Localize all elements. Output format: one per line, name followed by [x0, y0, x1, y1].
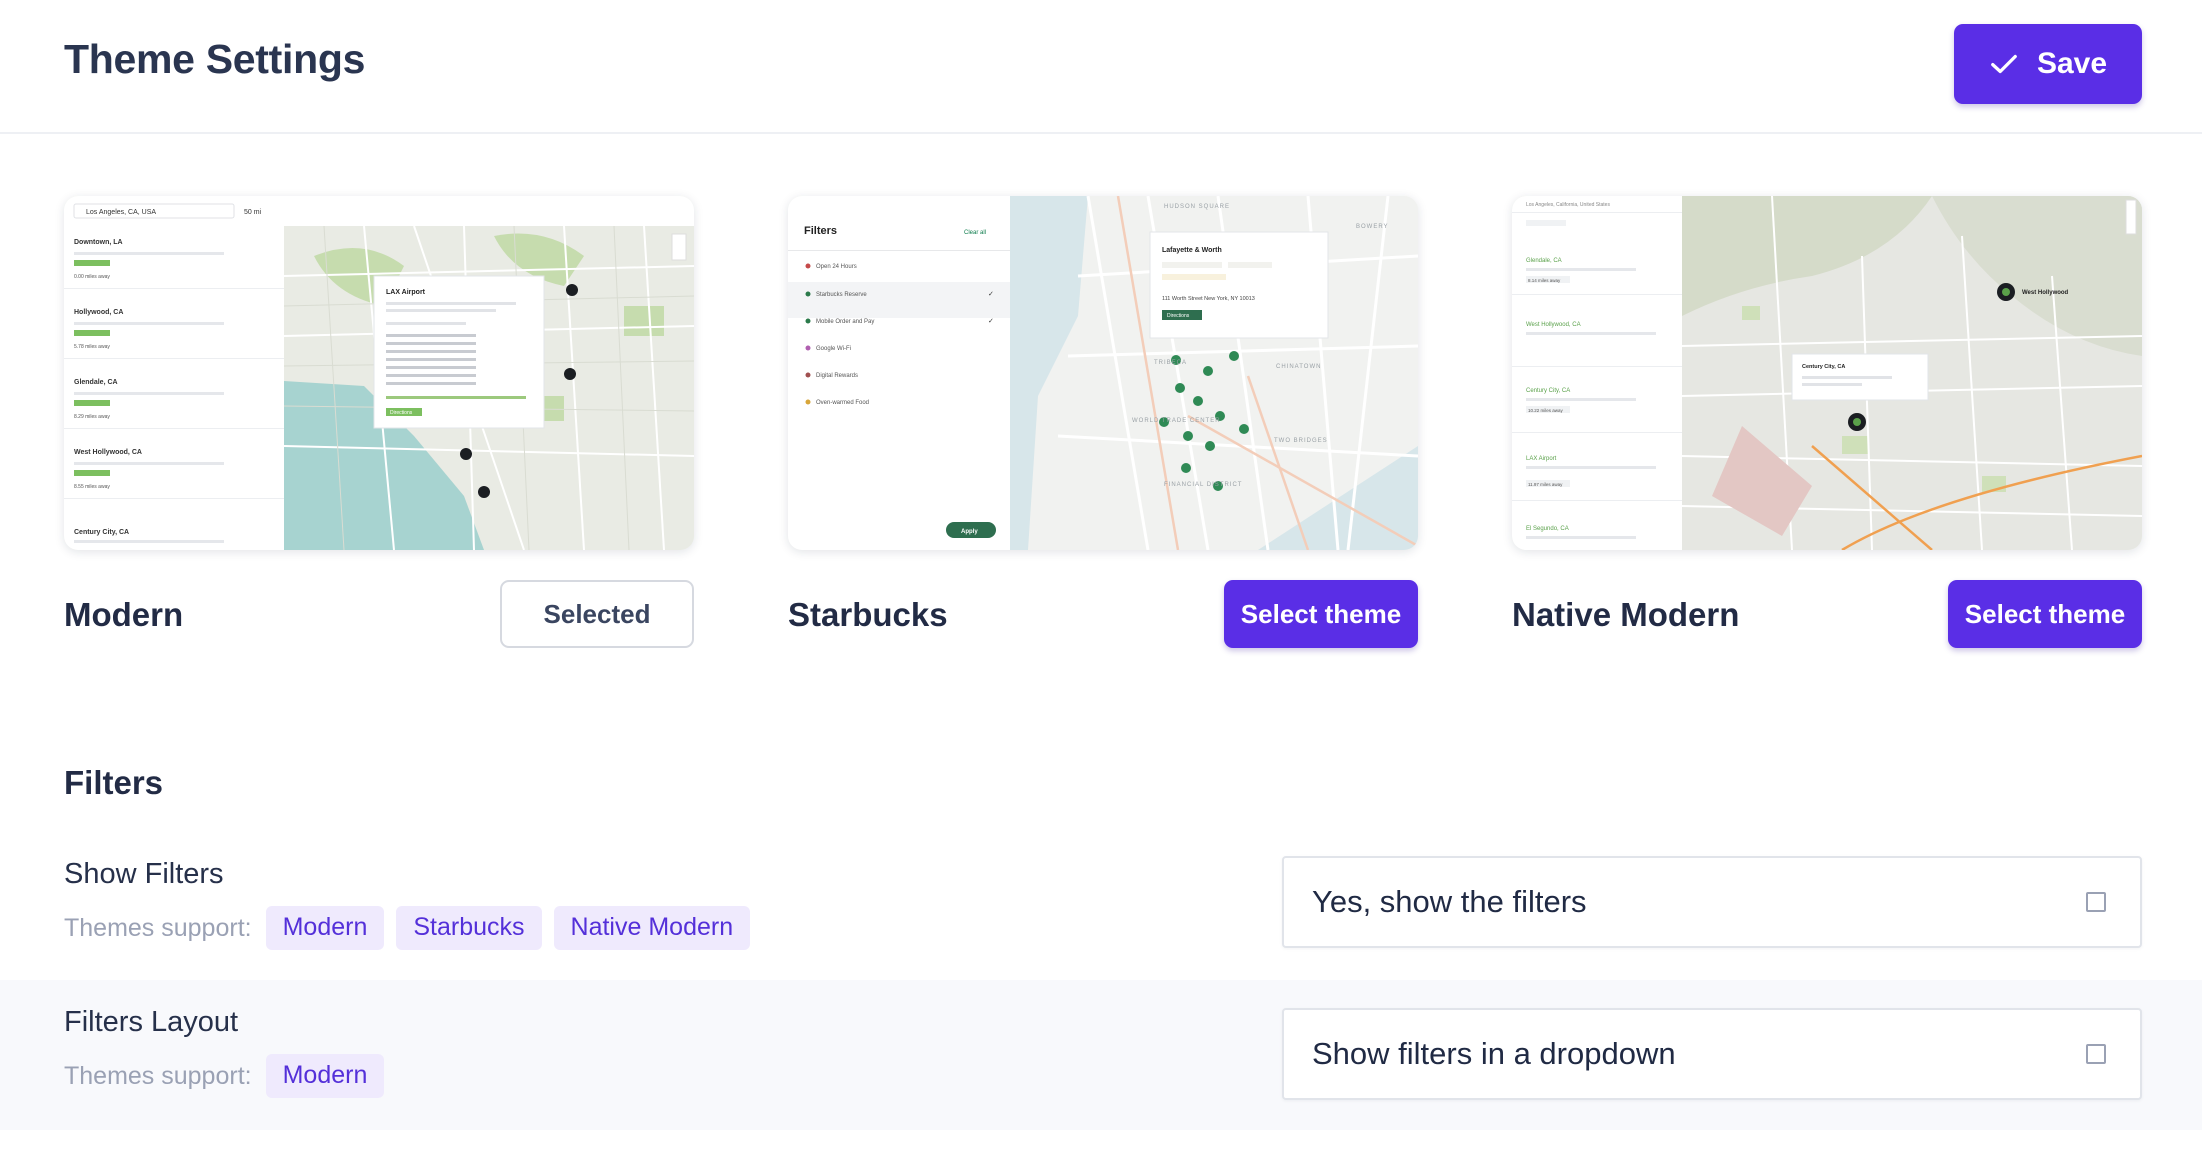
- svg-text:111 Worth Street New York, NY: 111 Worth Street New York, NY 10013: [1162, 296, 1255, 302]
- theme-selected-button-modern[interactable]: Selected: [500, 580, 694, 648]
- setting-row-show-filters: Show Filters Themes support: Modern Star…: [0, 832, 2202, 982]
- show-filters-checkbox[interactable]: [2086, 892, 2106, 912]
- themes-support-line: Themes support: Modern Starbucks Native …: [64, 906, 751, 950]
- themes-support-label: Themes support:: [64, 913, 252, 942]
- filters-layout-option[interactable]: Show filters in a dropdown: [1282, 1008, 2142, 1100]
- filters-layout-option-label: Show filters in a dropdown: [1312, 1036, 1676, 1071]
- page-header: Theme Settings Save: [0, 0, 2202, 134]
- svg-text:8.55 miles away: 8.55 miles away: [74, 484, 110, 490]
- svg-text:Century City, CA: Century City, CA: [74, 529, 129, 536]
- svg-text:10.22 miles away: 10.22 miles away: [1528, 408, 1564, 413]
- svg-text:BOWERY: BOWERY: [1356, 224, 1389, 230]
- save-button[interactable]: Save: [1954, 24, 2142, 104]
- modern-search-text: Los Angeles, CA, USA: [86, 209, 156, 216]
- theme-tag-modern: Modern: [265, 1054, 385, 1098]
- svg-text:Directions: Directions: [1167, 313, 1190, 319]
- theme-card-native-modern: Los Angeles, California, United States G…: [1512, 196, 2142, 650]
- svg-text:LAX Airport: LAX Airport: [386, 289, 426, 296]
- select-theme-button-starbucks[interactable]: Select theme: [1224, 580, 1418, 648]
- show-filters-option[interactable]: Yes, show the filters: [1282, 856, 2142, 948]
- svg-text:Mobile Order and Pay: Mobile Order and Pay: [816, 319, 874, 325]
- theme-card-starbucks: Filters Clear all Open 24 Hours Starbuck…: [788, 196, 1418, 650]
- svg-text:Century City, CA: Century City, CA: [1526, 388, 1570, 394]
- theme-tag-native-modern: Native Modern: [553, 906, 751, 950]
- svg-text:8.29 miles away: 8.29 miles away: [74, 414, 110, 420]
- theme-name-starbucks: Starbucks: [788, 596, 948, 633]
- modern-preview-image: Los Angeles, CA, USA 50 mi Downtown, LA …: [64, 196, 694, 550]
- svg-text:TRIBECA: TRIBECA: [1154, 360, 1187, 366]
- svg-text:5.78 miles away: 5.78 miles away: [74, 344, 110, 350]
- native-modern-preview-image: Los Angeles, California, United States G…: [1512, 196, 2142, 550]
- svg-text:West Hollywood: West Hollywood: [2022, 290, 2069, 296]
- theme-preview-starbucks[interactable]: Filters Clear all Open 24 Hours Starbuck…: [788, 196, 1418, 550]
- svg-text:West Hollywood, CA: West Hollywood, CA: [74, 449, 142, 456]
- svg-text:Filters: Filters: [804, 225, 837, 237]
- svg-text:CHINATOWN: CHINATOWN: [1276, 364, 1321, 370]
- svg-text:Starbucks Reserve: Starbucks Reserve: [816, 292, 867, 298]
- svg-text:El Segundo, CA: El Segundo, CA: [1526, 526, 1569, 532]
- svg-text:Glendale, CA: Glendale, CA: [74, 379, 118, 386]
- svg-text:Directions: Directions: [390, 410, 413, 416]
- themes-support-label: Themes support:: [64, 1061, 252, 1090]
- theme-name-native-modern: Native Modern: [1512, 596, 1740, 633]
- svg-text:LAX Airport: LAX Airport: [1526, 456, 1557, 462]
- filters-layout-checkbox[interactable]: [2086, 1044, 2106, 1064]
- svg-text:Los Angeles, California, Unite: Los Angeles, California, United States: [1526, 202, 1610, 208]
- svg-text:WORLD TRADE CENTER: WORLD TRADE CENTER: [1132, 418, 1221, 424]
- svg-text:Google Wi-Fi: Google Wi-Fi: [816, 346, 851, 352]
- svg-text:Glendale, CA: Glendale, CA: [1526, 258, 1562, 264]
- svg-text:Apply: Apply: [961, 529, 978, 535]
- svg-text:✓: ✓: [988, 291, 994, 298]
- themes-support-line: Themes support: Modern: [64, 1054, 385, 1098]
- svg-text:Hollywood, CA: Hollywood, CA: [74, 309, 123, 316]
- svg-text:11.97 miles away: 11.97 miles away: [1528, 482, 1563, 487]
- theme-preview-modern[interactable]: Los Angeles, CA, USA 50 mi Downtown, LA …: [64, 196, 694, 550]
- svg-text:West Hollywood, CA: West Hollywood, CA: [1526, 322, 1581, 328]
- setting-row-filters-layout: Filters Layout Themes support: Modern Sh…: [0, 980, 2202, 1130]
- show-filters-option-label: Yes, show the filters: [1312, 884, 1587, 919]
- modern-radius-text: 50 mi: [244, 209, 262, 216]
- svg-text:Digital Rewards: Digital Rewards: [816, 373, 858, 379]
- starbucks-preview-image: Filters Clear all Open 24 Hours Starbuck…: [788, 196, 1418, 550]
- svg-text:Century City, CA: Century City, CA: [1802, 364, 1845, 370]
- theme-tag-modern: Modern: [265, 906, 385, 950]
- select-theme-button-native-modern[interactable]: Select theme: [1948, 580, 2142, 648]
- svg-text:HUDSON SQUARE: HUDSON SQUARE: [1164, 204, 1230, 210]
- check-icon: [1991, 54, 2017, 74]
- setting-label-show-filters: Show Filters: [64, 858, 224, 890]
- save-button-label: Save: [2036, 47, 2108, 80]
- page-title: Theme Settings: [64, 36, 366, 82]
- theme-tag-starbucks: Starbucks: [396, 906, 542, 950]
- filters-section-title: Filters: [64, 764, 164, 801]
- svg-text:Lafayette & Worth: Lafayette & Worth: [1162, 247, 1222, 254]
- theme-card-modern: Los Angeles, CA, USA 50 mi Downtown, LA …: [64, 196, 694, 650]
- svg-text:Open 24 Hours: Open 24 Hours: [816, 264, 857, 270]
- svg-text:TWO BRIDGES: TWO BRIDGES: [1274, 438, 1328, 444]
- svg-text:8.14 miles away: 8.14 miles away: [1528, 278, 1561, 283]
- setting-label-filters-layout: Filters Layout: [64, 1006, 239, 1038]
- svg-text:Clear all: Clear all: [964, 230, 986, 236]
- svg-text:FINANCIAL DISTRICT: FINANCIAL DISTRICT: [1164, 482, 1242, 488]
- theme-name-modern: Modern: [64, 596, 184, 633]
- svg-text:✓: ✓: [988, 318, 994, 325]
- theme-preview-native-modern[interactable]: Los Angeles, California, United States G…: [1512, 196, 2142, 550]
- svg-text:Downtown, LA: Downtown, LA: [74, 239, 123, 246]
- svg-text:0.00 miles away: 0.00 miles away: [74, 274, 110, 280]
- svg-text:Oven-warmed Food: Oven-warmed Food: [816, 400, 869, 406]
